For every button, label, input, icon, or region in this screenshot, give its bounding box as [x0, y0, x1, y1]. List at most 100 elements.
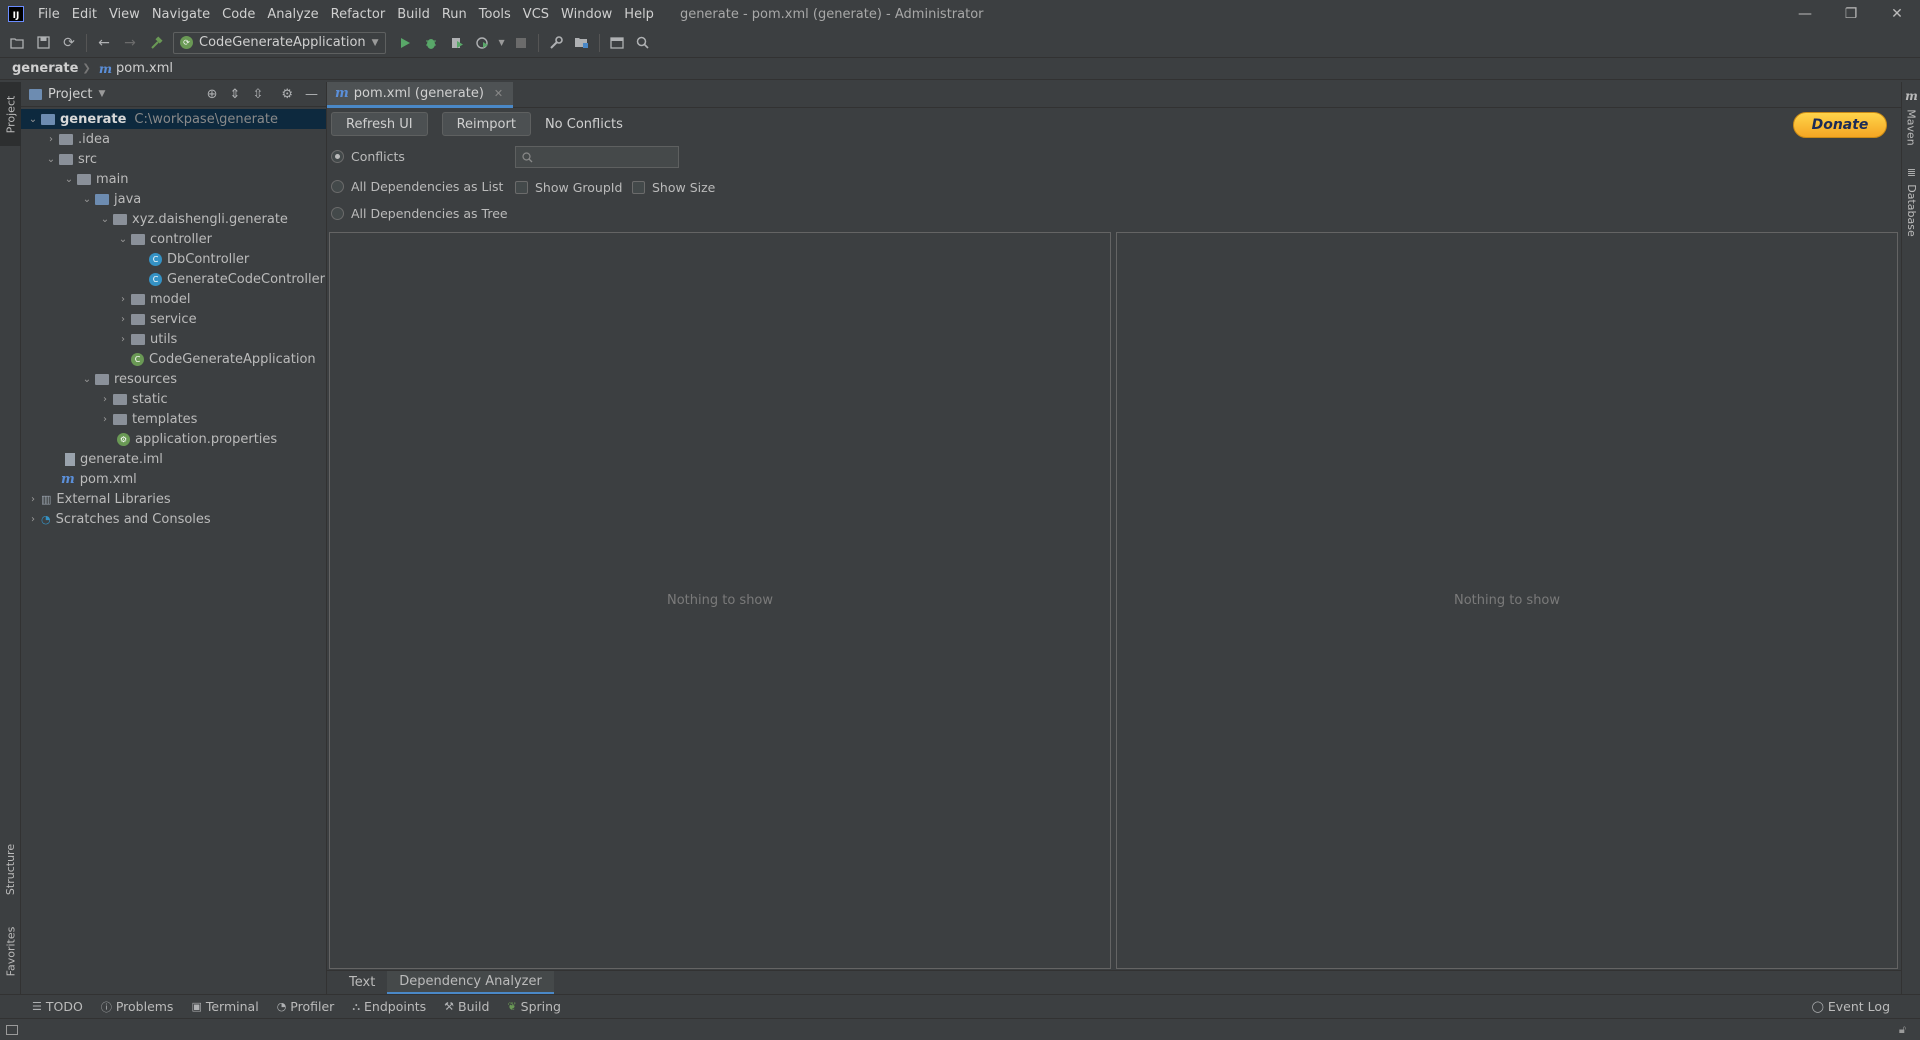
profile-icon[interactable] — [471, 31, 495, 55]
menu-view[interactable]: View — [109, 7, 140, 22]
menu-refactor[interactable]: Refactor — [331, 7, 386, 22]
toggle-tool-windows-icon[interactable] — [6, 1024, 18, 1035]
debug-icon[interactable] — [419, 31, 443, 55]
stop-icon[interactable] — [509, 31, 533, 55]
settings-wrench-icon[interactable] — [544, 31, 568, 55]
show-size-checkbox[interactable]: Show Size — [632, 180, 715, 195]
menu-file[interactable]: File — [38, 7, 60, 22]
tree-item-main[interactable]: ⌄ main — [21, 169, 326, 189]
breadcrumb-project[interactable]: generate — [12, 61, 78, 76]
radio-all-as-tree[interactable]: All Dependencies as Tree — [331, 206, 508, 221]
more-run-options-icon[interactable]: ▼ — [497, 31, 507, 55]
tree-item-utils[interactable]: › utils — [21, 329, 326, 349]
tree-item-resources[interactable]: ⌄ resources — [21, 369, 326, 389]
menu-vcs[interactable]: VCS — [523, 7, 549, 22]
menu-navigate[interactable]: Navigate — [152, 7, 210, 22]
project-structure-icon[interactable] — [570, 31, 594, 55]
forward-arrow-icon[interactable]: → — [118, 31, 142, 55]
maven-tool-icon[interactable]: m — [1902, 88, 1920, 104]
search-everywhere-icon[interactable] — [631, 31, 655, 55]
tree-item-scratches[interactable]: › ◔ Scratches and Consoles — [21, 509, 326, 529]
run-with-coverage-icon[interactable] — [445, 31, 469, 55]
tree-item-java[interactable]: ⌄ java — [21, 189, 326, 209]
tree-item-generatecodecontroller[interactable]: C GenerateCodeController — [21, 269, 326, 289]
database-tool-tab[interactable]: Database — [1902, 180, 1920, 240]
menu-analyze[interactable]: Analyze — [267, 7, 318, 22]
tab-dependency-analyzer[interactable]: Dependency Analyzer — [387, 970, 554, 995]
menu-help[interactable]: Help — [624, 7, 654, 22]
run-configuration-dropdown[interactable]: ⟳ CodeGenerateApplication ▼ — [173, 31, 386, 54]
chevron-right-icon[interactable]: › — [25, 514, 41, 525]
tree-item-generate-iml[interactable]: generate.iml — [21, 449, 326, 469]
chevron-down-icon[interactable]: ⌄ — [25, 114, 41, 125]
breadcrumb-file[interactable]: pom.xml — [116, 61, 173, 76]
chevron-down-icon[interactable]: ⌄ — [97, 214, 113, 225]
tree-item-generate[interactable]: ⌄ generate C:\workpase\generate — [21, 109, 326, 129]
dependency-search-input[interactable] — [515, 146, 679, 168]
favorites-tool-tab[interactable]: Favorites — [0, 914, 21, 988]
chevron-down-icon[interactable]: ⌄ — [61, 174, 77, 185]
minimize-button[interactable]: — — [1782, 0, 1828, 28]
terminal-tool-button[interactable]: ▣ Terminal — [191, 999, 258, 1014]
tree-item-external-libraries[interactable]: › ▥ External Libraries — [21, 489, 326, 509]
radio-all-as-list[interactable]: All Dependencies as List — [331, 179, 503, 194]
event-log-button[interactable]: ◯ Event Log — [1812, 999, 1890, 1014]
back-arrow-icon[interactable]: ← — [92, 31, 116, 55]
radio-conflicts[interactable]: Conflicts — [331, 149, 405, 164]
chevron-right-icon[interactable]: › — [43, 134, 59, 145]
endpoints-tool-button[interactable]: ⛬ Endpoints — [352, 999, 426, 1014]
tree-item-static[interactable]: › static — [21, 389, 326, 409]
close-tab-icon[interactable]: ✕ — [494, 87, 503, 100]
close-button[interactable]: ✕ — [1874, 0, 1920, 28]
refresh-ui-button[interactable]: Refresh UI — [331, 112, 428, 136]
gear-icon[interactable]: ⚙ — [281, 87, 293, 102]
chevron-right-icon[interactable]: › — [97, 394, 113, 405]
tab-pom-xml[interactable]: m pom.xml (generate) ✕ — [327, 81, 514, 108]
chevron-right-icon[interactable]: › — [115, 294, 131, 305]
menu-edit[interactable]: Edit — [72, 7, 97, 22]
hide-panel-icon[interactable]: — — [305, 87, 318, 102]
run-icon[interactable] — [393, 31, 417, 55]
database-tool-icon[interactable]: ≣ — [1902, 164, 1920, 180]
chevron-down-icon[interactable]: ⌄ — [79, 194, 95, 205]
lock-icon[interactable]: 🔓︎ — [1899, 1023, 1906, 1037]
maven-tool-tab[interactable]: Maven — [1902, 104, 1920, 150]
menu-build[interactable]: Build — [397, 7, 430, 22]
chevron-right-icon[interactable]: › — [25, 494, 41, 505]
tree-item-application-properties[interactable]: ⚙ application.properties — [21, 429, 326, 449]
project-tool-tab[interactable]: Project — [0, 82, 21, 146]
chevron-down-icon[interactable]: ⌄ — [79, 374, 95, 385]
menu-run[interactable]: Run — [442, 7, 467, 22]
tree-item-src[interactable]: ⌄ src — [21, 149, 326, 169]
sync-icon[interactable]: ⟳ — [57, 31, 81, 55]
tree-item-pom-xml[interactable]: m pom.xml — [21, 469, 326, 489]
collapse-all-icon[interactable]: ⇳ — [252, 87, 263, 102]
structure-tool-tab[interactable]: Structure — [0, 830, 21, 908]
problems-tool-button[interactable]: ⓘ Problems — [101, 999, 174, 1015]
presentation-icon[interactable] — [605, 31, 629, 55]
chevron-right-icon[interactable]: › — [115, 334, 131, 345]
chevron-right-icon[interactable]: › — [97, 414, 113, 425]
tree-item-model[interactable]: › model — [21, 289, 326, 309]
reimport-button[interactable]: Reimport — [441, 112, 531, 136]
tree-item-codegenerateapplication[interactable]: C CodeGenerateApplication — [21, 349, 326, 369]
expand-all-icon[interactable]: ⇕ — [230, 87, 241, 102]
chevron-down-icon[interactable]: ▼ — [98, 89, 105, 99]
project-view-selector[interactable]: Project — [48, 87, 92, 102]
right-dependency-pane[interactable]: Nothing to show — [1116, 232, 1898, 969]
tree-item-templates[interactable]: › templates — [21, 409, 326, 429]
menu-window[interactable]: Window — [561, 7, 612, 22]
menu-tools[interactable]: Tools — [479, 7, 511, 22]
chevron-right-icon[interactable]: › — [115, 314, 131, 325]
tree-item-package[interactable]: ⌄ xyz.daishengli.generate — [21, 209, 326, 229]
left-dependency-pane[interactable]: Nothing to show — [329, 232, 1111, 969]
save-icon[interactable] — [31, 31, 55, 55]
locate-target-icon[interactable]: ⊕ — [207, 87, 218, 102]
tree-item-idea[interactable]: › .idea — [21, 129, 326, 149]
chevron-down-icon[interactable]: ⌄ — [115, 234, 131, 245]
tree-item-service[interactable]: › service — [21, 309, 326, 329]
todo-tool-button[interactable]: ☰ TODO — [32, 999, 83, 1014]
chevron-down-icon[interactable]: ⌄ — [43, 154, 59, 165]
restore-button[interactable]: ❐ — [1828, 0, 1874, 28]
menu-code[interactable]: Code — [222, 7, 255, 22]
